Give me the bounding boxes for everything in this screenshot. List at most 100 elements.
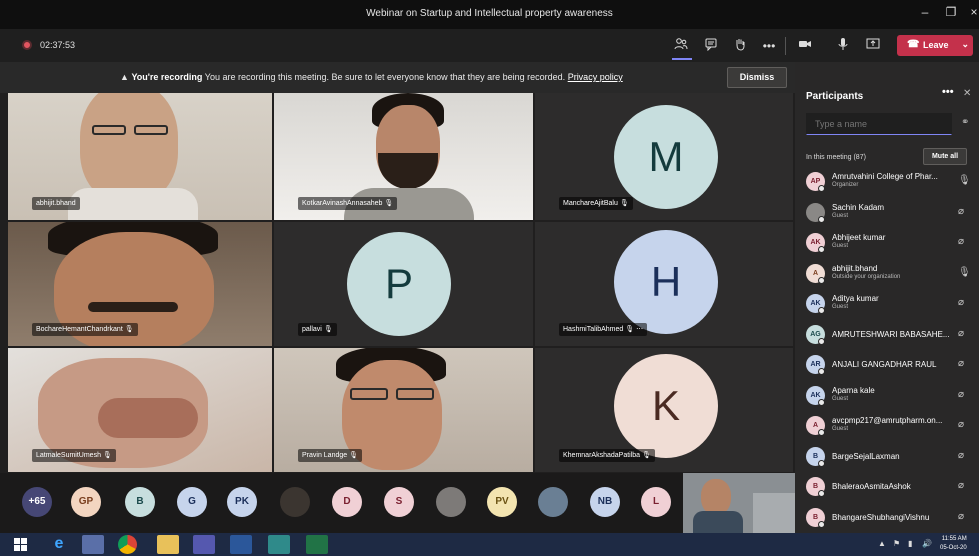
mic-off-icon: 🎙 bbox=[625, 326, 635, 333]
tray-chevron-icon[interactable]: ▲ bbox=[878, 539, 886, 548]
participant-row[interactable]: AK Aparna kale Guest ⌀ bbox=[795, 380, 979, 410]
participant-row[interactable]: B BhaleraoAsmitaAshok ⌀ bbox=[795, 471, 979, 501]
participant-name: Sachin Kadam bbox=[832, 202, 885, 212]
video-tile[interactable]: M ManchareAjitBalu 🎙 bbox=[535, 93, 793, 220]
mic-off-icon[interactable]: ⌀ bbox=[958, 511, 964, 522]
participant-strip: +65 GP B G PK D S PV NB L bbox=[0, 473, 795, 533]
phone-hangup-icon: ☎ bbox=[907, 39, 920, 50]
participant-photo-chip[interactable] bbox=[436, 487, 466, 517]
video-tile[interactable]: Pravin Landge 🎙 bbox=[274, 348, 533, 472]
participant-chip[interactable]: PV bbox=[487, 487, 517, 517]
participant-row[interactable]: Aabhijit.bhand Outside your organization 🎙 bbox=[795, 258, 979, 288]
video-grid: abhijit.bhand KotkarAvinashAnnasaheb 🎙 M… bbox=[0, 93, 795, 473]
participant-row[interactable]: AK Abhijeet kumar Guest ⌀ bbox=[795, 227, 979, 257]
video-tile[interactable]: KotkarAvinashAnnasaheb 🎙 bbox=[274, 93, 533, 220]
video-tile[interactable]: K KhemnarAkshadaPatilba 🎙 bbox=[535, 348, 793, 472]
presence-status-icon bbox=[818, 276, 825, 284]
participant-row[interactable]: AR ANJALI GANGADHAR RAUL ⌀ bbox=[795, 349, 979, 379]
participant-chip[interactable]: L bbox=[641, 487, 671, 517]
close-icon[interactable]: ✕ bbox=[963, 88, 971, 99]
mic-off-icon[interactable]: ⌀ bbox=[958, 389, 964, 400]
excel-icon[interactable] bbox=[306, 535, 328, 554]
volume-icon[interactable]: 🔊 bbox=[922, 539, 932, 548]
recording-strong: You're recording bbox=[131, 72, 203, 82]
internet-explorer-icon[interactable]: e bbox=[48, 535, 70, 554]
maximize-icon[interactable]: ❐ bbox=[943, 5, 959, 19]
recording-indicator-icon bbox=[22, 40, 32, 50]
file-explorer-icon[interactable] bbox=[157, 535, 179, 554]
participant-name: KotkarAvinashAnnasaheb 🎙 bbox=[298, 197, 398, 210]
participant-name: ManchareAjitBalu 🎙 bbox=[559, 197, 633, 210]
participant-video bbox=[80, 93, 178, 203]
word-icon[interactable] bbox=[230, 535, 252, 554]
minimize-icon[interactable]: – bbox=[917, 5, 933, 19]
participant-chip[interactable]: D bbox=[332, 487, 362, 517]
mic-on-icon[interactable]: 🎙 bbox=[958, 267, 971, 278]
dismiss-button[interactable]: Dismiss bbox=[727, 67, 787, 88]
participant-chip[interactable]: GP bbox=[71, 487, 101, 517]
share-invite-icon[interactable]: ⚭ bbox=[961, 117, 969, 128]
leave-button[interactable]: ☎ Leave ⌄ bbox=[897, 35, 973, 56]
close-icon[interactable]: × bbox=[966, 5, 979, 19]
chevron-down-icon[interactable]: ⌄ bbox=[961, 39, 969, 50]
search-input[interactable] bbox=[806, 113, 952, 135]
mic-off-icon[interactable]: ⌀ bbox=[958, 206, 964, 217]
media-player-icon[interactable] bbox=[82, 535, 104, 554]
microphone-icon[interactable] bbox=[834, 37, 852, 55]
presence-status-icon bbox=[818, 185, 825, 192]
mic-off-icon[interactable]: ⌀ bbox=[958, 419, 964, 430]
system-clock[interactable]: 11:55 AM 05-Oct-20 bbox=[940, 535, 967, 553]
video-tile[interactable]: abhijit.bhand bbox=[8, 93, 272, 220]
participant-row[interactable]: B BhangareShubhangiVishnu ⌀ bbox=[795, 502, 979, 532]
mic-off-icon[interactable]: ⌀ bbox=[958, 297, 964, 308]
participant-chip[interactable]: B bbox=[125, 487, 155, 517]
mic-off-icon[interactable]: ⌀ bbox=[958, 480, 964, 491]
mic-off-icon[interactable]: ⌀ bbox=[958, 236, 964, 247]
video-tile[interactable]: BochareHemantChandrkant 🎙 bbox=[8, 222, 272, 346]
video-tile[interactable]: P pallavi 🎙 bbox=[274, 222, 533, 346]
participant-row[interactable]: AK Aditya kumar Guest ⌀ bbox=[795, 288, 979, 318]
participant-photo-chip[interactable] bbox=[538, 487, 568, 517]
mic-on-icon[interactable]: 🎙 bbox=[958, 175, 971, 186]
windows-start-icon[interactable] bbox=[14, 538, 27, 556]
video-tile[interactable]: H HashmiTalibAhmed 🎙 ⋯ bbox=[535, 222, 793, 346]
raise-hand-icon[interactable] bbox=[731, 37, 749, 55]
participant-row[interactable]: Sachin Kadam Guest ⌀ bbox=[795, 197, 979, 227]
teams-icon[interactable] bbox=[193, 535, 215, 554]
video-tile[interactable]: LatmaleSumitUmesh 🎙 bbox=[8, 348, 272, 472]
chat-icon[interactable] bbox=[702, 37, 720, 55]
app-icon[interactable] bbox=[268, 535, 290, 554]
participant-chip[interactable]: NB bbox=[590, 487, 620, 517]
participant-role: Guest bbox=[832, 395, 849, 402]
chrome-icon[interactable] bbox=[118, 535, 137, 554]
more-options-icon[interactable]: ⋯ bbox=[636, 326, 643, 333]
privacy-policy-link[interactable]: Privacy policy bbox=[568, 72, 623, 82]
participant-name: Aditya kumar bbox=[832, 294, 879, 303]
battery-icon[interactable]: ▮ bbox=[908, 539, 912, 548]
mic-off-icon: 🎙 bbox=[349, 452, 358, 459]
mute-all-button[interactable]: Mute all bbox=[923, 148, 967, 165]
participant-row[interactable]: AP Amrutvahini College of Phar... Organize… bbox=[795, 166, 979, 196]
recording-message: ▲ You're recording You are recording thi… bbox=[120, 72, 623, 82]
overflow-count[interactable]: +65 bbox=[22, 487, 52, 517]
participant-chip[interactable]: G bbox=[177, 487, 207, 517]
share-icon[interactable] bbox=[864, 37, 882, 55]
participant-chip[interactable]: PK bbox=[227, 487, 257, 517]
network-icon[interactable]: ⚑ bbox=[893, 539, 900, 548]
participant-row[interactable]: AG AMRUTESHWARI BABASAHE... ⌀ bbox=[795, 319, 979, 349]
participant-row[interactable]: Aavcpmp217@amrutpharm.on... Guest ⌀ bbox=[795, 410, 979, 440]
participant-avatar: M bbox=[614, 105, 718, 209]
participant-role: Guest bbox=[832, 243, 849, 249]
camera-icon[interactable] bbox=[796, 37, 814, 55]
mic-off-icon[interactable]: ⌀ bbox=[958, 358, 964, 369]
mic-off-icon[interactable]: ⌀ bbox=[958, 328, 964, 339]
participant-name: AMRUTESHWARI BABASAHE... bbox=[832, 329, 950, 339]
mic-off-icon[interactable]: ⌀ bbox=[958, 450, 964, 461]
participant-photo-chip[interactable] bbox=[280, 487, 310, 517]
in-meeting-count: In this meeting (87) bbox=[806, 154, 866, 161]
participant-chip[interactable]: S bbox=[384, 487, 414, 517]
participants-icon[interactable] bbox=[672, 37, 690, 55]
participant-row[interactable]: B BargeSejalLaxman ⌀ bbox=[795, 441, 979, 471]
more-icon[interactable]: ••• bbox=[942, 86, 954, 98]
more-icon[interactable]: ••• bbox=[760, 37, 778, 55]
